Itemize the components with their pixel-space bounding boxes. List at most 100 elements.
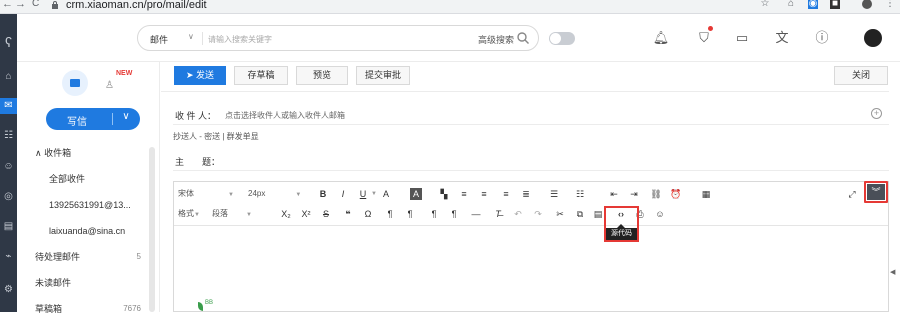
- folder-account[interactable]: laixuanda@sina.cn: [17, 218, 159, 244]
- chevron-down-icon[interactable]: ∨: [188, 32, 194, 41]
- target-icon[interactable]: ◎: [0, 189, 17, 205]
- underline-icon[interactable]: U: [357, 185, 369, 203]
- indent-icon[interactable]: ⇥: [628, 185, 640, 203]
- format-painter-icon[interactable]: ▚: [438, 185, 450, 203]
- numbered-list-icon[interactable]: ☷: [574, 185, 586, 203]
- undo-icon[interactable]: ↶: [512, 205, 524, 223]
- translate-icon[interactable]: 文: [773, 29, 791, 47]
- inbox-icon[interactable]: ▭: [733, 29, 751, 47]
- subject-input[interactable]: [173, 170, 889, 171]
- align-left-icon[interactable]: ≡: [458, 185, 470, 203]
- copy-icon[interactable]: ⧉: [574, 205, 586, 223]
- align-center-icon[interactable]: ≡: [478, 185, 490, 203]
- bold-icon[interactable]: B: [317, 185, 329, 203]
- align-justify-icon[interactable]: ≣: [520, 185, 532, 203]
- search-bar[interactable]: 邮件 ∨ 请输入搜索关键字 高级搜索: [137, 25, 539, 51]
- chevron-down-icon: ▼: [295, 192, 302, 198]
- settings-icon[interactable]: ⚙: [0, 282, 17, 298]
- home-icon[interactable]: ⌂: [0, 69, 17, 85]
- folder-inbox[interactable]: ∧ 收件箱: [17, 140, 159, 166]
- add-recipient-icon[interactable]: +: [871, 108, 882, 119]
- folder-count: 5: [136, 252, 141, 261]
- extension-icon[interactable]: ⌂: [786, 0, 796, 9]
- back-icon[interactable]: ←: [2, 0, 13, 10]
- folder-label: 草稿箱: [35, 304, 63, 314]
- strikethrough-icon[interactable]: S: [320, 205, 332, 223]
- collapse-right-icon[interactable]: ◀: [890, 268, 895, 276]
- clock-icon[interactable]: ⏰: [670, 185, 682, 203]
- folder-account[interactable]: 13925631991@13...: [17, 192, 159, 218]
- fullscreen-icon[interactable]: ⤢: [846, 185, 858, 203]
- customers-icon[interactable]: ☷: [0, 128, 17, 144]
- profile-icon[interactable]: [862, 0, 872, 9]
- superscript-icon[interactable]: X²: [300, 205, 312, 223]
- folder-all[interactable]: 全部收件: [17, 166, 159, 192]
- search-icon[interactable]: [516, 31, 530, 45]
- close-button[interactable]: 关闭: [834, 66, 888, 85]
- blockquote-icon[interactable]: ❝: [342, 205, 354, 223]
- chevron-down-icon[interactable]: ▼: [370, 185, 378, 203]
- chart-icon[interactable]: ⌁: [0, 249, 17, 265]
- extension-icon[interactable]: ◉: [808, 0, 818, 9]
- folder-pending[interactable]: 待处理邮件 5: [17, 244, 159, 270]
- preview-button[interactable]: 预览: [296, 66, 348, 85]
- font-family-select[interactable]: 宋体 ▼: [178, 185, 238, 203]
- document-icon[interactable]: ▤: [0, 219, 17, 235]
- ltr-icon[interactable]: ¶: [384, 205, 396, 223]
- menu-icon[interactable]: ⋮: [885, 0, 895, 9]
- mode-toggle[interactable]: [549, 32, 575, 45]
- folder-label: 待处理邮件: [35, 252, 81, 262]
- italic-icon[interactable]: I: [337, 185, 349, 203]
- recipient-input[interactable]: 点击选择收件人或输入收件人邮箱: [225, 110, 345, 121]
- paragraph-icon[interactable]: ¶: [448, 205, 460, 223]
- address-bar[interactable]: crm.xiaoman.cn/pro/mail/edit: [66, 0, 207, 11]
- clear-format-icon[interactable]: T̶: [492, 205, 504, 223]
- advanced-search-link[interactable]: 高级搜索: [478, 33, 514, 46]
- mail-icon[interactable]: ✉: [0, 98, 17, 114]
- paragraph-select[interactable]: 段落 ▼: [212, 205, 262, 223]
- highlight-icon[interactable]: A: [410, 188, 422, 200]
- font-color-icon[interactable]: A: [380, 185, 392, 203]
- star-icon[interactable]: ☆: [760, 0, 770, 9]
- font-size-select[interactable]: 24px ▼: [248, 185, 310, 203]
- outdent-icon[interactable]: ⇤: [608, 185, 620, 203]
- horizontal-rule-icon[interactable]: —: [470, 205, 482, 223]
- cc-bcc-links[interactable]: 抄送人 - 密送 | 群发单显: [173, 131, 259, 142]
- shield-icon[interactable]: ⛉: [695, 29, 713, 47]
- forward-icon[interactable]: →: [15, 0, 26, 10]
- save-draft-button[interactable]: 存草稿: [234, 66, 288, 85]
- help-icon[interactable]: ⓘ: [813, 29, 831, 47]
- table-icon[interactable]: ▦: [700, 185, 712, 203]
- folder-unread[interactable]: 未读邮件: [17, 270, 159, 296]
- bulleted-list-icon[interactable]: ☰: [548, 185, 560, 203]
- rich-text-editor[interactable]: 宋体 ▼ 24px ▼ B I U ▼ A A ▚ ≡ ≡ ≡ ≣ ☰ ☷ ⇤ ⇥ …: [173, 181, 889, 312]
- emoji-icon[interactable]: ☺: [654, 205, 666, 223]
- paste-icon[interactable]: ▤: [592, 205, 604, 223]
- format-select[interactable]: 格式▼: [178, 205, 210, 223]
- person-icon[interactable]: ♙: [105, 80, 114, 91]
- reload-icon[interactable]: C: [32, 0, 39, 9]
- chevron-down-icon[interactable]: ∨: [116, 111, 136, 122]
- search-input[interactable]: 请输入搜索关键字: [208, 34, 272, 45]
- compose-button[interactable]: 写信 ∨: [46, 108, 140, 130]
- submit-approval-button[interactable]: 提交审批: [356, 66, 410, 85]
- extension-icon[interactable]: ■: [830, 0, 840, 9]
- avatar[interactable]: [864, 29, 882, 47]
- cut-icon[interactable]: ✂: [554, 205, 566, 223]
- align-right-icon[interactable]: ≡: [500, 185, 512, 203]
- link-icon[interactable]: ⛓: [650, 185, 662, 203]
- toolbar-collapse-button[interactable]: ︾: [864, 181, 888, 203]
- chevron-up-icon[interactable]: ∧: [35, 148, 42, 158]
- scrollbar[interactable]: [149, 147, 155, 312]
- search-type-select[interactable]: 邮件: [150, 33, 168, 46]
- contacts-icon[interactable]: ☺: [0, 159, 17, 175]
- rtl-icon[interactable]: ¶: [404, 205, 416, 223]
- redo-icon[interactable]: ↷: [532, 205, 544, 223]
- send-button[interactable]: ➤ 发送: [174, 66, 226, 85]
- folder-drafts[interactable]: 草稿箱 7676: [17, 296, 159, 322]
- bell-icon[interactable]: 🔔︎: [652, 29, 670, 47]
- paragraph-icon[interactable]: ¶: [428, 205, 440, 223]
- special-char-icon[interactable]: Ω: [362, 205, 374, 223]
- subscript-icon[interactable]: X₂: [280, 205, 292, 223]
- mail-badge[interactable]: [62, 70, 88, 96]
